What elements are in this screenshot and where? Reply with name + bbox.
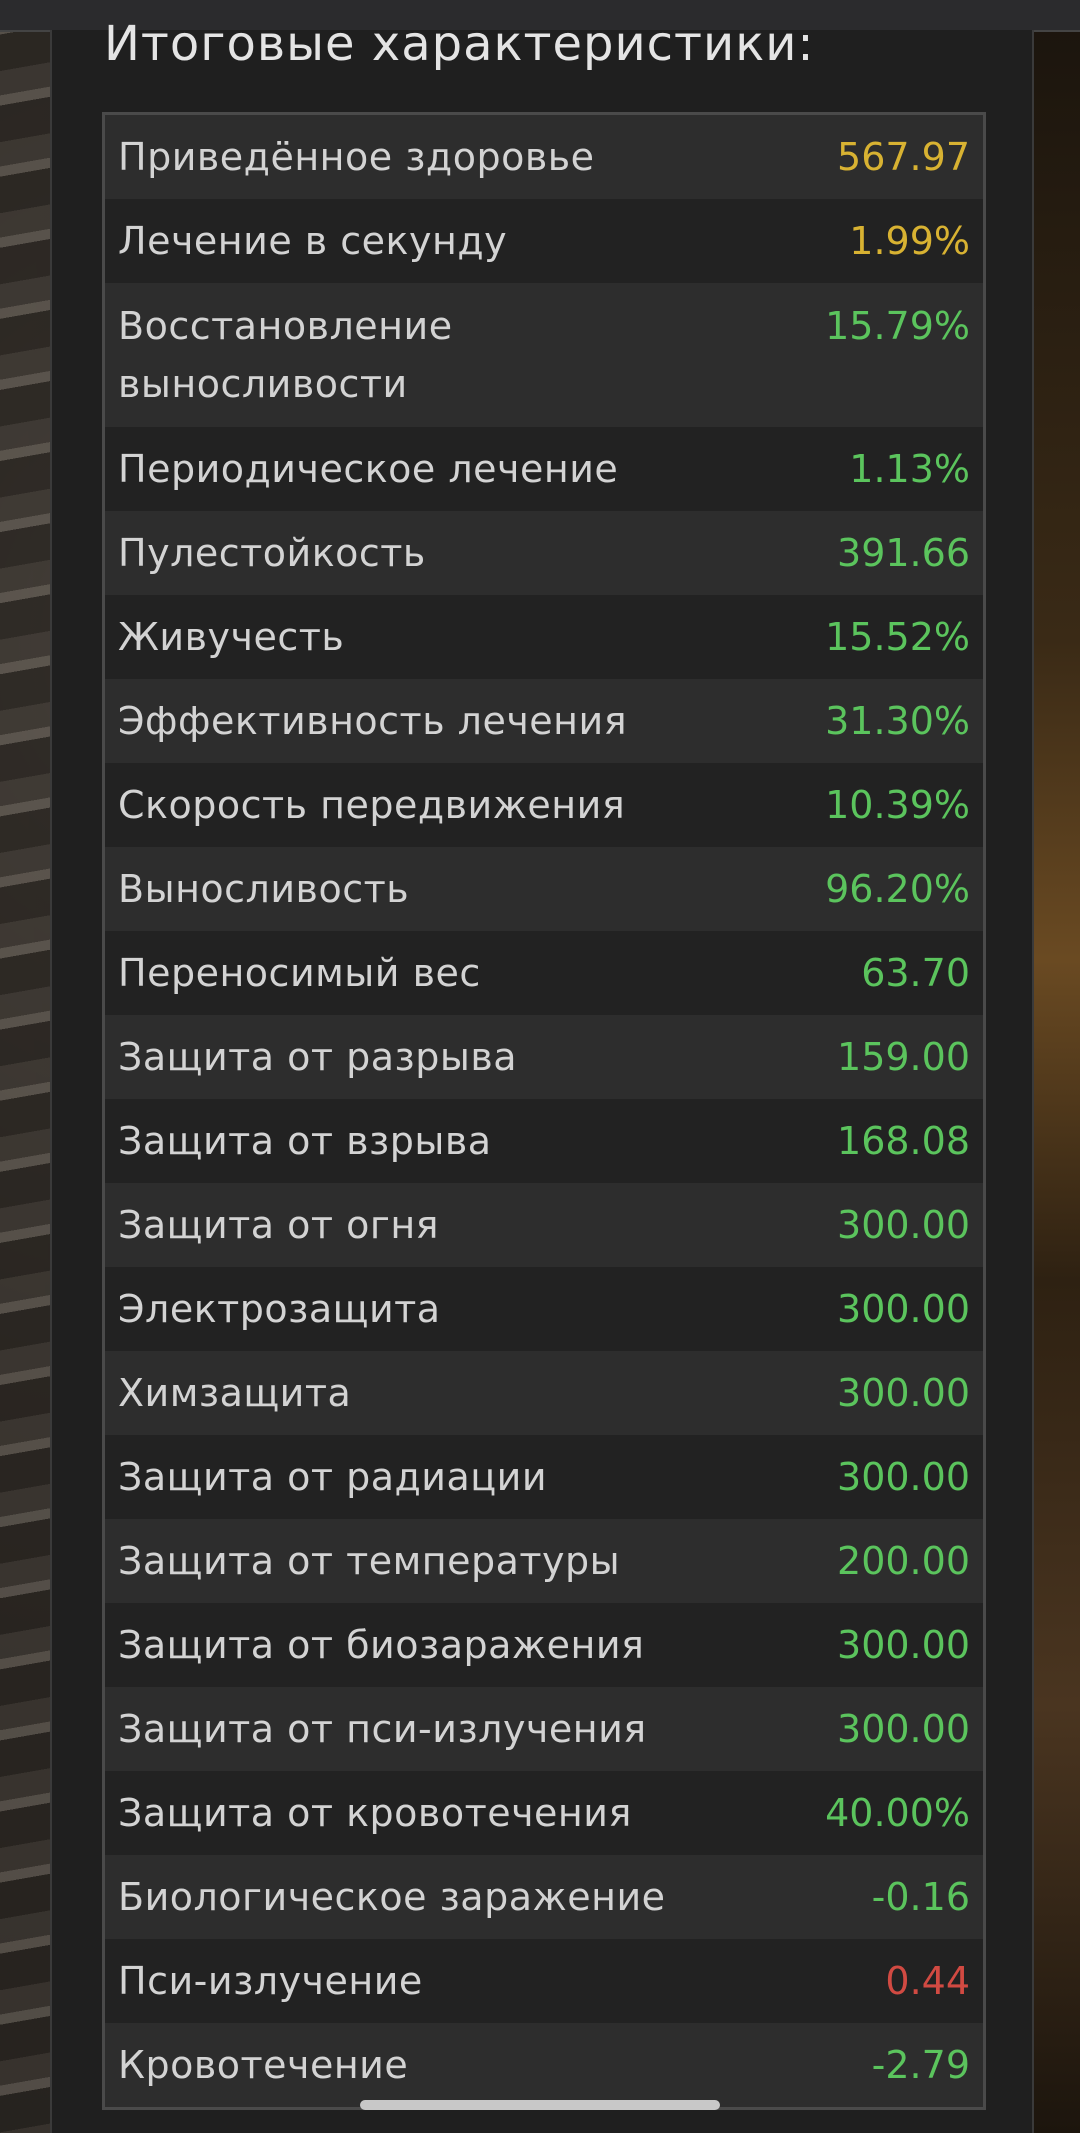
background-right-edge — [1030, 0, 1080, 2133]
stat-value: -2.79 — [871, 2043, 970, 2087]
stat-value: 1.13% — [849, 447, 970, 491]
table-row: Периодическое лечение 1.13% — [105, 427, 983, 511]
table-row: Пси-излучение 0.44 — [105, 1939, 983, 2023]
background-left-edge — [0, 0, 52, 2133]
stat-label: Защита от огня — [118, 1203, 440, 1247]
stat-label: Живучесть — [118, 615, 345, 659]
stat-label: Биологическое заражение — [118, 1875, 666, 1919]
table-row: Защита от кровотечения 40.00% — [105, 1771, 983, 1855]
stat-label: Защита от радиации — [118, 1455, 548, 1499]
stat-value: 300.00 — [837, 1455, 970, 1499]
table-row: Эффективность лечения 31.30% — [105, 679, 983, 763]
stat-value: 300.00 — [837, 1371, 970, 1415]
stat-label: Защита от пси-излучения — [118, 1707, 647, 1751]
stat-label: Защита от биозаражения — [118, 1623, 645, 1667]
stat-value: 159.00 — [837, 1035, 970, 1079]
stat-label: Химзащита — [118, 1371, 352, 1415]
stat-label: Лечение в секунду — [118, 219, 508, 263]
table-row: Живучесть 15.52% — [105, 595, 983, 679]
table-row: Защита от взрыва 168.08 — [105, 1099, 983, 1183]
table-row: Защита от радиации 300.00 — [105, 1435, 983, 1519]
table-row: Защита от биозаражения 300.00 — [105, 1603, 983, 1687]
stat-label: Защита от разрыва — [118, 1035, 518, 1079]
stat-label: Электрозащита — [118, 1287, 441, 1331]
stat-value: 0.44 — [885, 1959, 970, 2003]
stat-value: 168.08 — [837, 1119, 970, 1163]
stat-label: Пси-излучение — [118, 1959, 423, 2003]
table-row: Кровотечение -2.79 — [105, 2023, 983, 2107]
table-row: Скорость передвижения 10.39% — [105, 763, 983, 847]
table-row: Восстановление выносливости 15.79% — [105, 283, 983, 427]
stat-value: 15.52% — [825, 615, 970, 659]
table-row: Электрозащита 300.00 — [105, 1267, 983, 1351]
table-row: Химзащита 300.00 — [105, 1351, 983, 1435]
stat-value: 300.00 — [837, 1203, 970, 1247]
stat-value: 1.99% — [849, 219, 970, 263]
stat-label: Скорость передвижения — [118, 783, 626, 827]
table-row: Защита от пси-излучения 300.00 — [105, 1687, 983, 1771]
stat-value: 300.00 — [837, 1287, 970, 1331]
stat-label: Восстановление выносливости — [118, 304, 453, 406]
stat-value: 200.00 — [837, 1539, 970, 1583]
stat-value: 96.20% — [825, 867, 970, 911]
stat-label: Выносливость — [118, 867, 410, 911]
stat-value: 31.30% — [825, 699, 970, 743]
stat-label: Защита от взрыва — [118, 1119, 492, 1163]
stat-label: Защита от температуры — [118, 1539, 621, 1583]
section-title: Итоговые характеристики: — [104, 16, 815, 72]
stat-label: Переносимый вес — [118, 951, 481, 995]
table-row: Защита от температуры 200.00 — [105, 1519, 983, 1603]
stat-value: 10.39% — [825, 783, 970, 827]
table-row: Биологическое заражение -0.16 — [105, 1855, 983, 1939]
table-row: Лечение в секунду 1.99% — [105, 199, 983, 283]
table-row: Выносливость 96.20% — [105, 847, 983, 931]
stat-label: Пулестойкость — [118, 531, 426, 575]
stat-value: 15.79% — [825, 304, 970, 348]
stat-value: 300.00 — [837, 1707, 970, 1751]
stat-label: Защита от кровотечения — [118, 1791, 632, 1835]
table-row: Защита от разрыва 159.00 — [105, 1015, 983, 1099]
table-row: Пулестойкость 391.66 — [105, 511, 983, 595]
stat-label: Кровотечение — [118, 2043, 409, 2087]
stat-value: 300.00 — [837, 1623, 970, 1667]
stat-label: Эффективность лечения — [118, 699, 628, 743]
stat-value: 63.70 — [861, 951, 970, 995]
stat-value: 567.97 — [837, 135, 970, 179]
stat-value: 40.00% — [825, 1791, 970, 1835]
table-row: Защита от огня 300.00 — [105, 1183, 983, 1267]
stat-label: Периодическое лечение — [118, 447, 619, 491]
stat-value: -0.16 — [871, 1875, 970, 1919]
stat-value: 391.66 — [837, 531, 970, 575]
table-row: Приведённое здоровье 567.97 — [105, 115, 983, 199]
stat-label: Приведённое здоровье — [118, 135, 595, 179]
home-indicator[interactable] — [360, 2100, 720, 2110]
table-row: Переносимый вес 63.70 — [105, 931, 983, 1015]
stats-table: Приведённое здоровье 567.97 Лечение в се… — [102, 112, 986, 2110]
stats-panel: Итоговые характеристики: Приведённое здо… — [50, 16, 1034, 2133]
